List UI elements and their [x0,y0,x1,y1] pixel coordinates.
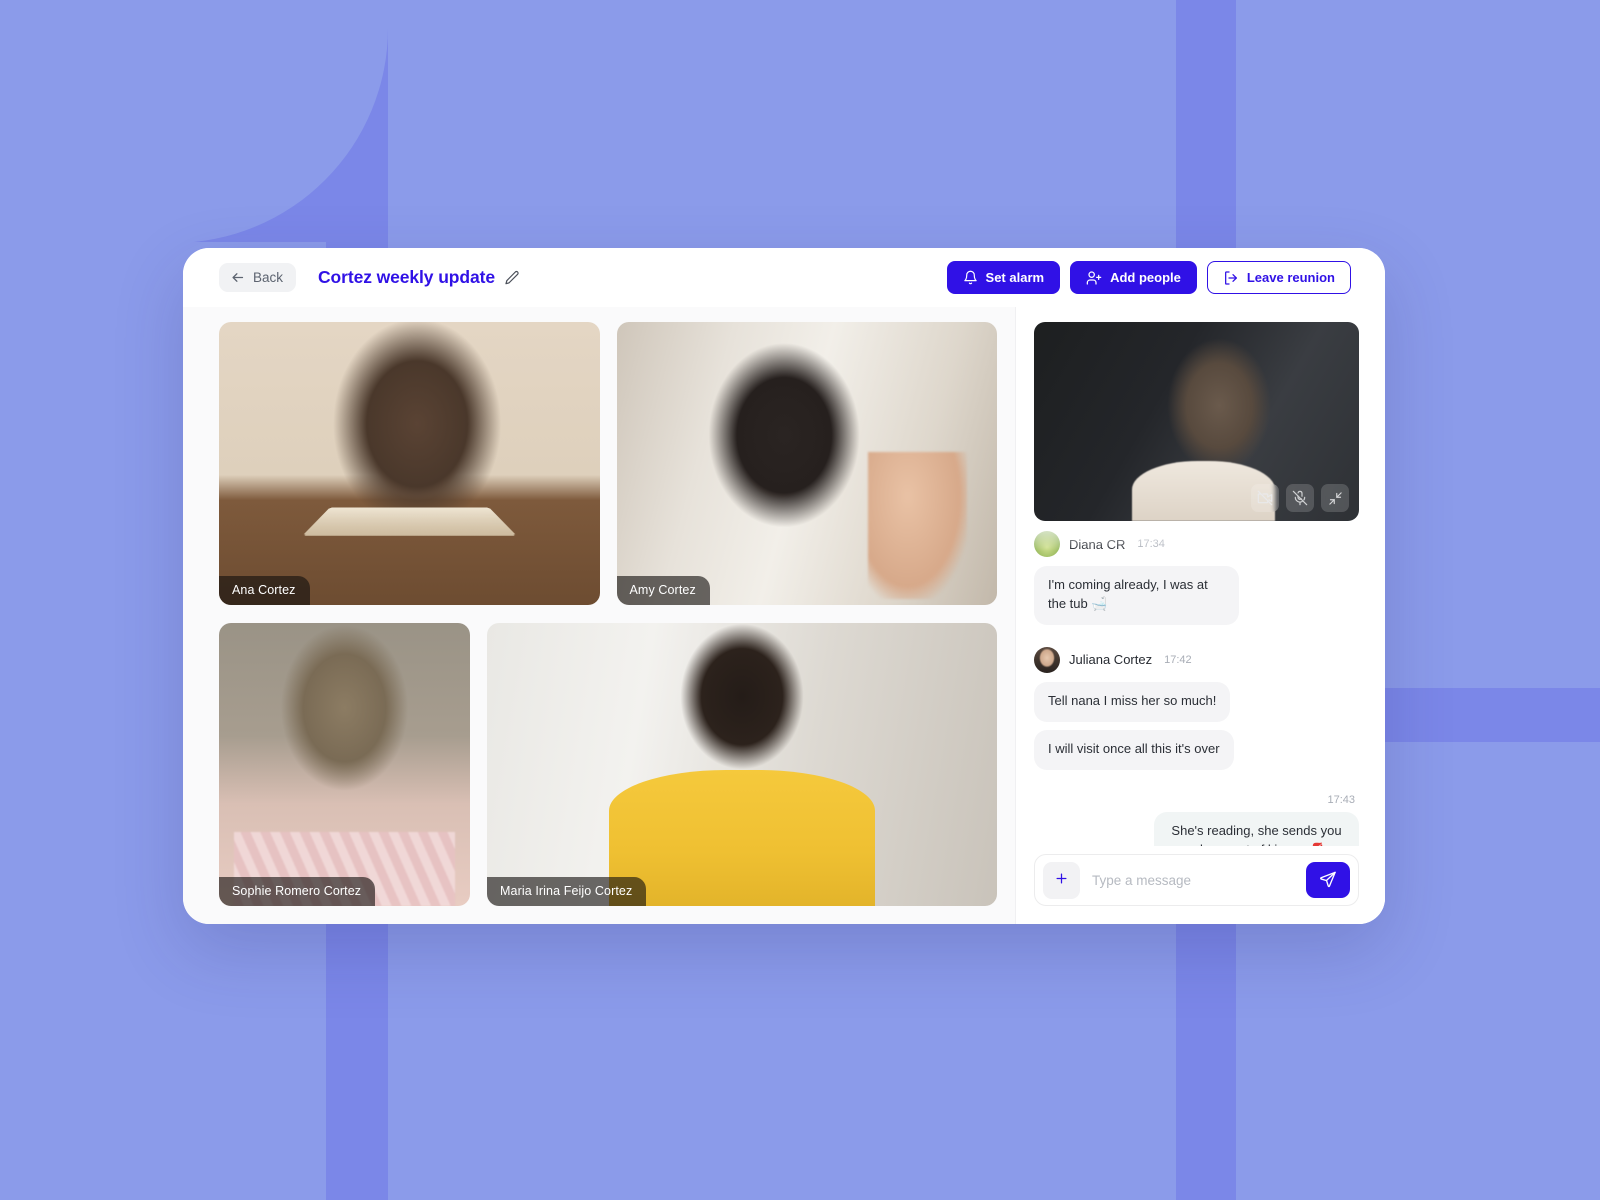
message-sender-row: Diana CR 17:34 [1034,531,1359,557]
video-tile-ana[interactable]: Ana Cortez [219,322,600,605]
avatar [1034,646,1060,673]
video-tile-maria[interactable]: Maria Irina Feijo Cortez [487,623,997,906]
video-tile-amy[interactable]: Amy Cortez [616,322,997,605]
set-alarm-button[interactable]: Set alarm [946,261,1061,294]
back-button[interactable]: Back [219,263,297,292]
chat-message-list[interactable]: Diana CR 17:34 I'm coming already, I was… [1034,521,1359,846]
app-background: Back Cortez weekly update Set alarm Add … [0,0,1600,1200]
participant-name: Maria Irina Feijo Cortez [487,877,647,906]
avatar [1034,531,1060,557]
header-actions: Set alarm Add people Leave reunion [946,261,1351,294]
message-time: 17:42 [1164,653,1192,666]
minimize-icon[interactable] [1321,484,1349,512]
message-time: 17:34 [1137,538,1165,550]
message-group: Diana CR 17:34 I'm coming already, I was… [1034,531,1359,633]
message-time: 17:43 [1327,793,1355,806]
bell-icon [963,270,978,285]
participant-name: Sophie Romero Cortez [219,877,376,906]
message-bubble: I'm coming already, I was at the tub 🛁 [1034,566,1239,625]
add-people-label: Add people [1110,270,1181,285]
add-attachment-button[interactable] [1043,861,1080,899]
self-view-controls [1251,484,1349,512]
plus-icon [1054,871,1069,889]
video-stream [487,623,997,906]
logout-icon [1223,270,1239,286]
send-icon [1319,870,1337,891]
sender-name: Diana CR [1069,536,1126,552]
window-body: Ana Cortez Amy Cortez Sophie Romero Cort… [183,307,1385,924]
add-people-button[interactable]: Add people [1070,261,1197,294]
video-stream [219,322,600,605]
participant-name: Amy Cortez [616,576,710,605]
sender-name: Juliana Cortez [1069,652,1153,668]
message-group: Juliana Cortez 17:42 Tell nana I miss he… [1034,646,1359,778]
message-bubble: Tell nana I miss her so much! [1034,681,1231,722]
video-tile-sophie[interactable]: Sophie Romero Cortez [219,623,470,906]
user-plus-icon [1086,270,1102,286]
outgoing-message-group: 17:43 She's reading, she sends you a loo… [1034,792,1359,846]
arrow-left-icon [230,270,245,285]
message-composer [1034,854,1359,906]
message-sender-row: Juliana Cortez 17:42 [1034,646,1359,673]
participant-name: Ana Cortez [219,576,310,605]
window-header: Back Cortez weekly update Set alarm Add … [183,248,1385,307]
leave-reunion-label: Leave reunion [1246,270,1335,285]
send-message-button[interactable] [1306,862,1350,898]
message-input[interactable] [1080,872,1306,888]
pencil-icon[interactable] [504,270,520,286]
chat-panel: Diana CR 17:34 I'm coming already, I was… [1015,307,1385,924]
message-bubble: I will visit once all this it's over [1034,729,1234,770]
app-window: Back Cortez weekly update Set alarm Add … [183,248,1385,924]
leave-reunion-button[interactable]: Leave reunion [1206,261,1351,294]
video-stream [219,623,470,906]
set-alarm-label: Set alarm [985,270,1045,285]
mic-off-icon[interactable] [1286,484,1314,512]
message-bubble-outgoing: She's reading, she sends you a loooooot … [1154,811,1359,846]
video-stream [616,322,997,605]
video-grid-row-2: Sophie Romero Cortez Maria Irina Feijo C… [219,623,997,906]
back-button-label: Back [253,270,284,285]
self-view-video[interactable] [1034,322,1359,521]
camera-off-icon[interactable] [1251,484,1279,512]
video-grid-row-1: Ana Cortez Amy Cortez [219,322,997,605]
page-title: Cortez weekly update [318,267,495,287]
video-grid: Ana Cortez Amy Cortez Sophie Romero Cort… [183,307,1015,924]
